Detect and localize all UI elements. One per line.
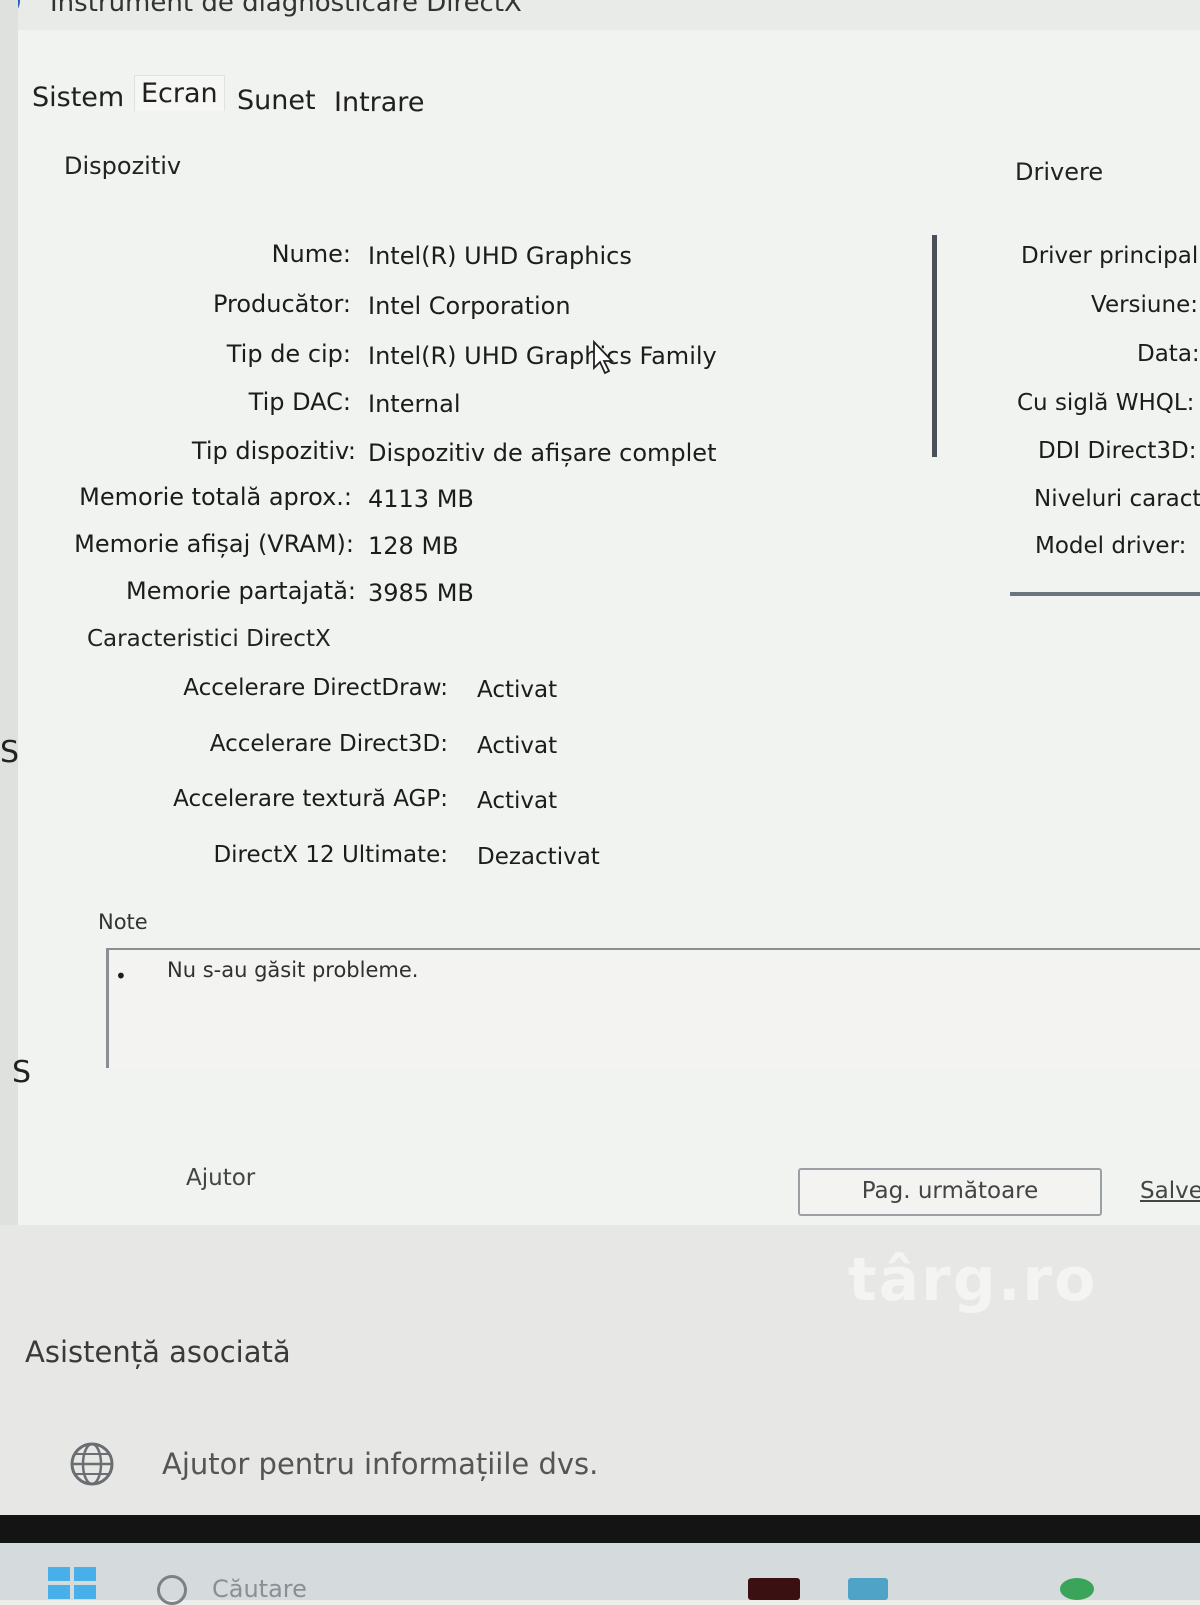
field-label-chip-type: Tip de cip: <box>226 340 351 368</box>
side-letter: S <box>12 1055 32 1090</box>
notes-box[interactable]: • Nu s-au găsit probleme. <box>106 948 1200 1068</box>
tab-ecran[interactable]: Ecran <box>134 75 225 111</box>
directx-group-label: Caracteristici DirectX <box>87 626 331 652</box>
mouse-cursor-icon <box>593 340 615 375</box>
field-label-manufacturer: Producător: <box>212 290 351 318</box>
dx-value-direct3d: Activat <box>477 733 558 759</box>
dx-label-directdraw: Accelerare DirectDraw: <box>183 675 448 701</box>
field-label-dac-type: Tip DAC: <box>248 388 351 416</box>
field-label-name: Nume: <box>271 240 351 268</box>
notes-item: Nu s-au găsit probleme. <box>167 958 419 982</box>
tab-sistem[interactable]: Sistem <box>26 80 130 115</box>
help-button[interactable]: Ajutor <box>186 1165 255 1191</box>
search-icon[interactable] <box>157 1575 187 1605</box>
next-page-button[interactable]: Pag. următoare <box>798 1168 1102 1216</box>
title-bar: Instrument de diagnosticare DirectX <box>0 0 1200 30</box>
field-label-device-type: Tip dispozitiv: <box>191 437 356 465</box>
dx-value-agp: Activat <box>477 788 558 814</box>
field-value-shared-memory: 3985 MB <box>368 579 474 607</box>
field-label-vram: Memorie afișaj (VRAM): <box>74 530 354 558</box>
dx-label-direct3d: Accelerare Direct3D: <box>209 731 448 757</box>
field-value-name: Intel(R) UHD Graphics <box>368 242 632 270</box>
related-help-link[interactable]: Ajutor pentru informațiile dvs. <box>162 1447 598 1481</box>
tab-intrare[interactable]: Intrare <box>328 85 430 120</box>
dx-value-directdraw: Activat <box>477 677 558 703</box>
dx-label-dx12-ultimate: DirectX 12 Ultimate: <box>213 842 448 868</box>
related-support-title: Asistență asociată <box>25 1335 291 1369</box>
globe-icon <box>70 1442 114 1486</box>
taskbar-app-icon[interactable] <box>1060 1578 1094 1600</box>
drivers-panel: Drivere Driver principal: Versiune: Data… <box>990 140 1200 610</box>
drivers-group-label: Drivere <box>1015 158 1104 186</box>
field-label-shared-memory: Memorie partajată: <box>126 577 356 605</box>
field-value-device-type: Dispozitiv de afișare complet <box>368 439 717 467</box>
taskbar-search-input[interactable]: Căutare <box>212 1575 307 1603</box>
field-value-total-memory: 4113 MB <box>368 485 474 513</box>
save-button[interactable]: Salvează <box>1140 1178 1200 1204</box>
dx-value-dx12-ultimate: Dezactivat <box>477 844 600 870</box>
field-label-total-memory: Memorie totală aprox.: <box>79 483 352 511</box>
monitor-bezel <box>0 1515 1200 1543</box>
field-value-manufacturer: Intel Corporation <box>368 292 571 320</box>
drivers-scrollbar[interactable] <box>1010 592 1200 596</box>
driver-label-ddi: DDI Direct3D: <box>1038 438 1197 464</box>
side-letter: S <box>0 735 20 770</box>
field-value-dac-type: Internal <box>368 390 461 418</box>
field-value-chip-type: Intel(R) UHD Graphics Family <box>368 342 717 370</box>
driver-label-model: Model driver: <box>1035 533 1187 559</box>
driver-label-feature-levels: Niveluri caracteristici: <box>1034 486 1200 512</box>
taskbar-app-icon[interactable] <box>748 1578 800 1600</box>
driver-label-version: Versiune: <box>1091 292 1198 318</box>
watermark: târg.ro <box>848 1245 1098 1315</box>
driver-label-date: Data: <box>1137 341 1200 367</box>
window-title: Instrument de diagnosticare DirectX <box>50 0 522 18</box>
notes-title: Note <box>98 910 148 934</box>
start-button-icon[interactable] <box>48 1567 100 1600</box>
field-value-vram: 128 MB <box>368 532 459 560</box>
driver-label-whql: Cu siglă WHQL: <box>1017 390 1195 416</box>
taskbar-app-icon[interactable] <box>848 1578 888 1600</box>
tab-sunet[interactable]: Sunet <box>231 83 322 118</box>
device-scrollbar[interactable] <box>932 235 937 457</box>
driver-label-main: Driver principal: <box>1021 243 1200 269</box>
device-group-label: Dispozitiv <box>64 152 182 180</box>
dx-label-agp: Accelerare textură AGP: <box>173 786 448 812</box>
bullet-icon: • <box>115 964 127 988</box>
